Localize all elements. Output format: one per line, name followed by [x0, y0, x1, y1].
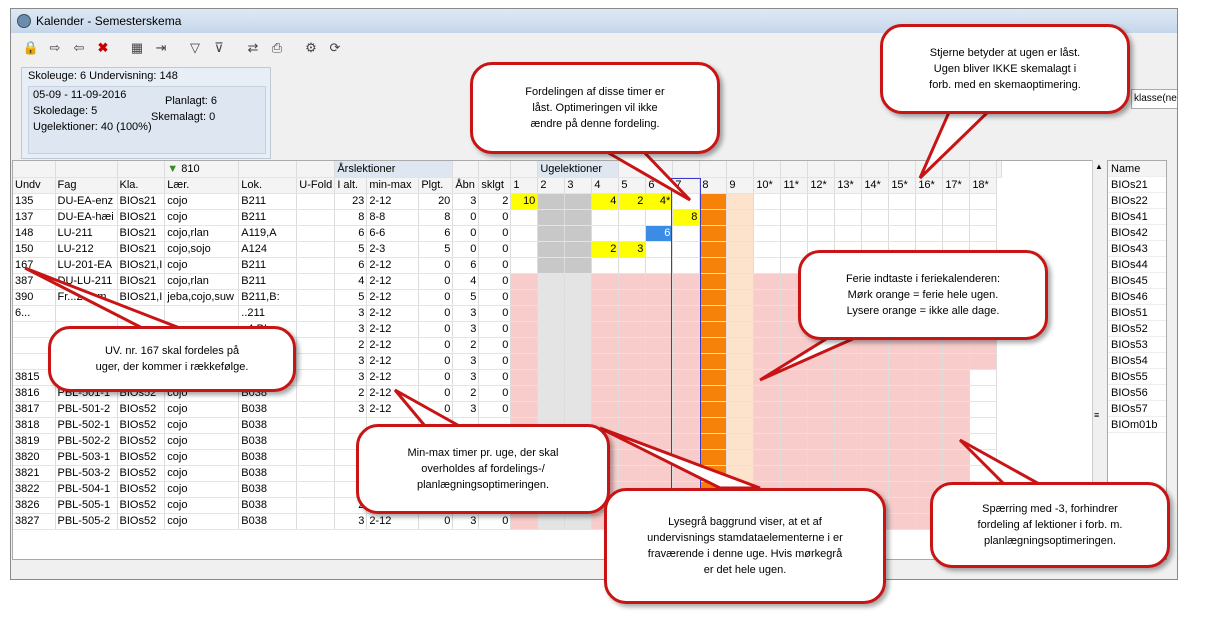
- pointer-stjerne: [918, 108, 994, 180]
- callout-stjerne-line1: Stjerne betyder at ugen er låst.: [929, 47, 1081, 59]
- callout-ferie-line3: Lysere orange = ikke alle dage.: [846, 305, 1000, 317]
- callout-spaerring: Spærring med -3, forhindrer fordeling af …: [930, 482, 1170, 568]
- callout-minmax-line3: planlægningsoptimeringen.: [416, 479, 550, 491]
- callout-lysegraa-line3: fraværende i denne uge. Hvis mørkegrå: [647, 548, 843, 560]
- callout-fordeling-line2: låst. Optimeringen vil ikke: [532, 102, 658, 114]
- callout-uv167: UV. nr. 167 skal fordeles på uger, der ko…: [48, 326, 296, 392]
- callout-ferie-line2: Mørk orange = ferie hele ugen.: [847, 289, 999, 301]
- callout-lysegraa-line2: undervisnings stamdataelementerne i er: [647, 532, 843, 544]
- callout-lysegraa-line4: er det hele ugen.: [703, 564, 787, 576]
- callout-minmax-line2: overholdes af fordelings-/: [421, 463, 545, 475]
- callout-spaerring-line3: planlægningsoptimeringen.: [983, 535, 1117, 547]
- callout-spaerring-line1: Spærring med -3, forhindrer: [982, 503, 1118, 515]
- callout-fordeling-line3: ændre på denne fordeling.: [530, 118, 660, 130]
- callout-stjerne-line2: Ugen bliver IKKE skemalagt i: [933, 63, 1077, 75]
- pointer-lysegraa: [599, 426, 761, 490]
- callout-lysegraa: Lysegrå baggrund viser, at et af undervis…: [604, 488, 886, 604]
- callout-fordeling-line1: Fordelingen af disse timer er: [525, 86, 665, 98]
- pointer-fordeling: [594, 146, 692, 202]
- pointer-uv167: [24, 266, 191, 334]
- callout-minmax: Min-max timer pr. uge, der skal overholde…: [356, 424, 610, 514]
- callout-minmax-line1: Min-max timer pr. uge, der skal: [407, 447, 559, 459]
- callout-ferie: Ferie indtaste i feriekalenderen: Mørk or…: [798, 250, 1048, 340]
- callout-ferie-line1: Ferie indtaste i feriekalenderen:: [845, 273, 1001, 285]
- callout-uv167-line1: UV. nr. 167 skal fordeles på: [104, 345, 240, 357]
- callout-stjerne: Stjerne betyder at ugen er låst. Ugen bli…: [880, 24, 1130, 114]
- callout-fordeling: Fordelingen af disse timer er låst. Optim…: [470, 62, 720, 154]
- callout-lysegraa-line1: Lysegrå baggrund viser, at et af: [668, 516, 822, 528]
- callout-uv167-line2: uger, der kommer i rækkefølge.: [95, 361, 249, 373]
- callout-spaerring-line2: fordeling af lektioner i forb. m.: [977, 519, 1123, 531]
- callout-stjerne-line3: forb. med en skemaoptimering.: [929, 79, 1081, 91]
